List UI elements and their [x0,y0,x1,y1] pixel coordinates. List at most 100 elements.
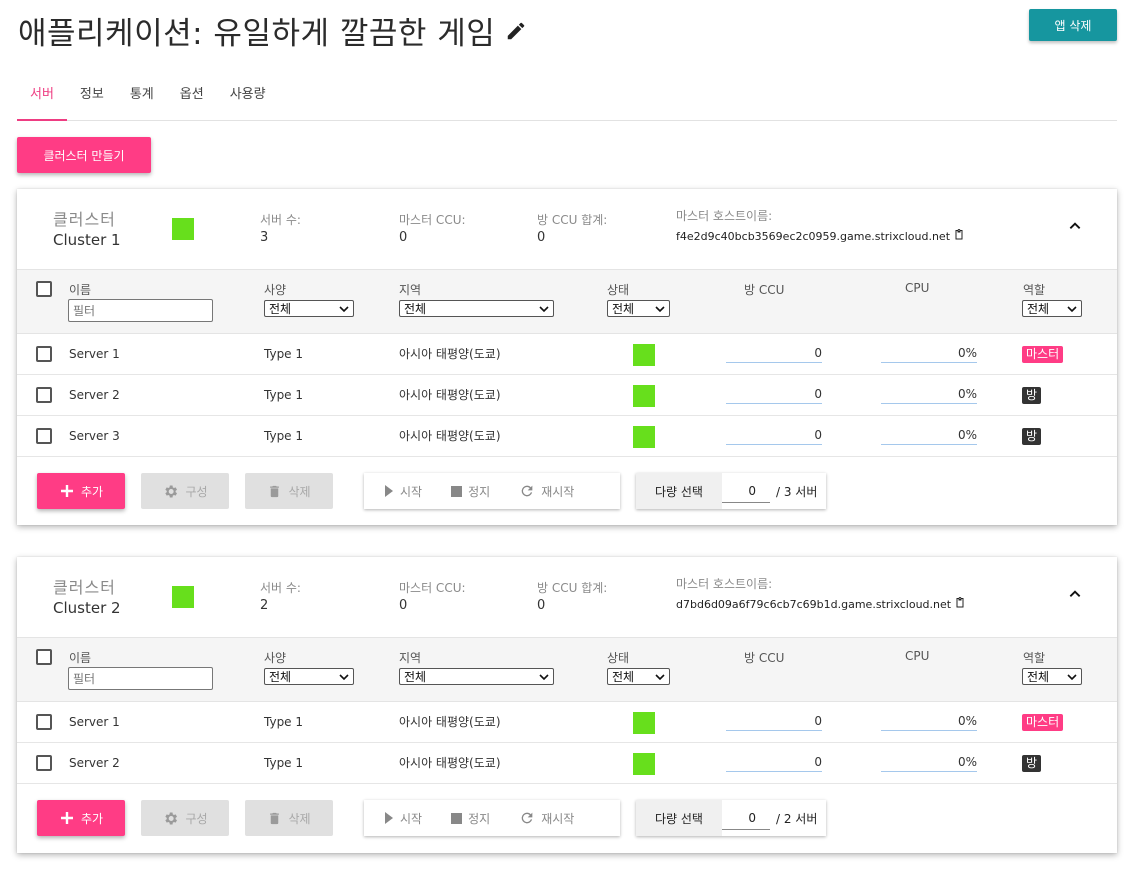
tab-info[interactable]: 정보 [67,71,117,121]
start-button[interactable]: 시작 [364,473,431,509]
name-filter-input[interactable] [68,667,213,690]
configure-button[interactable]: 구성 [141,800,229,836]
room-ccu-value: 0 [726,712,822,731]
cluster-status-indicator [172,218,194,240]
cpu-value: 0% [881,344,977,363]
chevron-down-icon [339,305,349,312]
region-select[interactable]: 전체 [399,668,554,685]
spec-select[interactable]: 전체 [264,668,354,685]
delete-server-button[interactable]: 삭제 [245,473,333,509]
server-control-group: 시작 정지 재시작 [364,800,620,836]
server-region: 아시아 태평양(도쿄) [399,429,501,443]
play-icon [385,485,393,497]
multi-select-count-input[interactable]: 0 [722,479,770,503]
server-name: Server 1 [69,347,120,361]
chevron-down-icon [539,305,549,312]
table-row: Server 3 Type 1 아시아 태평양(도쿄) 0 0% 방 [17,416,1117,457]
cpu-value: 0% [881,426,977,445]
col-room-ccu-label: 방 CCU [744,283,785,297]
row-checkbox[interactable] [36,755,52,771]
restart-button[interactable]: 재시작 [499,800,583,836]
room-ccu-value: 0 [726,753,822,772]
room-ccu-total-value: 0 [537,598,546,613]
server-name: Server 2 [69,756,120,770]
region-select[interactable]: 전체 [399,300,554,317]
server-count-value: 2 [260,598,269,613]
multi-select-label: 다량 선택 [636,800,722,836]
role-badge-room: 방 [1022,755,1042,772]
col-region-label: 지역 [399,283,422,297]
table-row: Server 1 Type 1 아시아 태평양(도쿄) 0 0% 마스터 [17,702,1117,743]
plus-icon [60,812,73,824]
role-badge-room: 방 [1022,428,1042,445]
master-host-label: 마스터 호스트이름: [676,209,773,223]
status-select[interactable]: 전체 [607,668,670,685]
status-select[interactable]: 전체 [607,300,670,317]
restart-button[interactable]: 재시작 [499,473,583,509]
tab-options[interactable]: 옵션 [167,71,217,121]
col-spec-label: 사양 [264,651,287,665]
server-control-group: 시작 정지 재시작 [364,473,620,509]
room-ccu-total-label: 방 CCU 합계: [537,581,608,595]
tab-servers[interactable]: 서버 [17,71,67,121]
cluster-status-indicator [172,586,194,608]
role-select[interactable]: 전체 [1022,300,1082,317]
add-server-button[interactable]: 추가 [37,473,125,509]
room-ccu-value: 0 [726,426,822,445]
server-region: 아시아 태평양(도쿄) [399,388,501,402]
server-count-value: 3 [260,230,269,245]
master-ccu-label: 마스터 CCU: [399,581,466,595]
create-cluster-button[interactable]: 클러스터 만들기 [17,137,151,173]
cluster-card: 클러스터 Cluster 2 서버 수: 2 마스터 CCU: 0 방 CCU … [17,557,1117,853]
row-checkbox[interactable] [36,387,52,403]
collapse-chevron-icon[interactable] [1068,219,1082,237]
stop-button[interactable]: 정지 [431,800,499,836]
spec-select[interactable]: 전체 [264,300,354,317]
col-room-ccu-label: 방 CCU [744,651,785,665]
server-region: 아시아 태평양(도쿄) [399,756,501,770]
clipboard-icon[interactable] [954,596,966,612]
cpu-value: 0% [881,712,977,731]
tab-bar: 서버 정보 통계 옵션 사용량 [17,71,1117,121]
table-row: Server 2 Type 1 아시아 태평양(도쿄) 0 0% 방 [17,743,1117,784]
tab-usage[interactable]: 사용량 [217,71,279,121]
server-region: 아시아 태평양(도쿄) [399,715,501,729]
master-ccu-value: 0 [399,230,408,245]
delete-server-button[interactable]: 삭제 [245,800,333,836]
delete-app-button[interactable]: 앱 삭제 [1029,9,1117,41]
row-checkbox[interactable] [36,428,52,444]
table-row: Server 1 Type 1 아시아 태평양(도쿄) 0 0% 마스터 [17,334,1117,375]
server-status-indicator [633,344,655,366]
room-ccu-value: 0 [726,344,822,363]
add-server-button[interactable]: 추가 [37,800,125,836]
master-host: d7bd6d09a6f79c6cb7c69b1d.game.strixcloud… [676,596,966,612]
multi-select-count-input[interactable]: 0 [722,806,770,830]
master-host: f4e2d9c40bcb3569ec2c0959.game.strixcloud… [676,228,965,244]
row-checkbox[interactable] [36,714,52,730]
server-status-indicator [633,385,655,407]
role-select[interactable]: 전체 [1022,668,1082,685]
select-all-checkbox[interactable] [36,281,52,297]
cpu-value: 0% [881,385,977,404]
server-type: Type 1 [264,388,304,402]
stop-icon [451,485,463,497]
configure-button[interactable]: 구성 [141,473,229,509]
col-cpu-label: CPU [905,649,930,663]
select-all-checkbox[interactable] [36,649,52,665]
collapse-chevron-icon[interactable] [1068,587,1082,605]
start-button[interactable]: 시작 [364,800,431,836]
multi-select-label: 다량 선택 [636,473,722,509]
tab-stats[interactable]: 통계 [117,71,167,121]
clipboard-icon[interactable] [953,228,965,244]
row-checkbox[interactable] [36,346,52,362]
edit-pencil-icon[interactable] [505,20,527,42]
gear-icon [165,812,178,824]
server-name: Server 2 [69,388,120,402]
name-filter-input[interactable] [68,299,213,322]
refresh-icon [521,812,533,824]
stop-icon [451,812,463,824]
multi-select-total: / 3 서버 [776,484,818,499]
stop-button[interactable]: 정지 [431,473,499,509]
trash-icon [270,812,280,824]
plus-icon [60,485,73,497]
